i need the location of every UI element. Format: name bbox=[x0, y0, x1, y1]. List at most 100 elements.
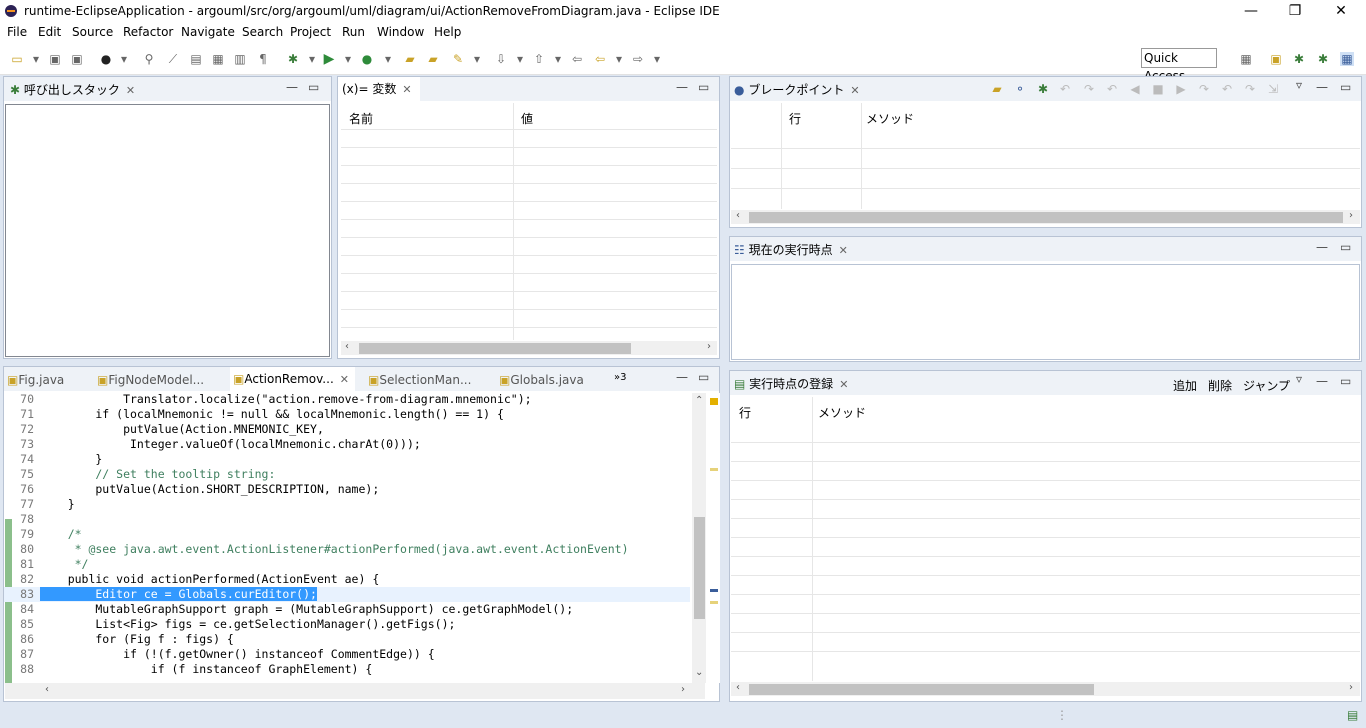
tab-fig[interactable]: ▣Fig.java bbox=[7, 373, 64, 387]
menu-edit[interactable]: Edit bbox=[38, 25, 61, 39]
dropdown-icon[interactable]: ▾ bbox=[29, 52, 43, 66]
occurrence-marker[interactable] bbox=[710, 601, 718, 604]
step-return-icon[interactable]: ↷ bbox=[1243, 82, 1257, 96]
add-button[interactable]: 追加 bbox=[1173, 377, 1197, 394]
quick-access-input[interactable]: Quick Access bbox=[1141, 48, 1217, 83]
menu-refactor[interactable]: Refactor bbox=[123, 25, 173, 39]
scrollbar-thumb[interactable] bbox=[359, 343, 631, 354]
java-perspective-icon[interactable]: ▣ bbox=[1269, 52, 1283, 66]
dropdown-icon[interactable]: ▾ bbox=[341, 52, 355, 66]
tab-selectionmanager[interactable]: ▣SelectionMan... bbox=[368, 373, 471, 387]
col-method[interactable]: メソッド bbox=[818, 404, 866, 421]
tab-breakpoints[interactable]: ● ブレークポイント ✕ bbox=[734, 81, 860, 98]
toggle-icon[interactable]: ⟋ bbox=[166, 52, 180, 66]
step-icon[interactable]: ↶ bbox=[1105, 82, 1119, 96]
horizontal-scrollbar[interactable]: ‹ › bbox=[5, 683, 705, 699]
scrollbar-thumb[interactable] bbox=[749, 684, 1094, 695]
save-icon[interactable]: ▣ bbox=[48, 52, 62, 66]
jump-button[interactable]: ジャンプ bbox=[1243, 377, 1290, 394]
progress-icon[interactable]: ▤ bbox=[1347, 708, 1358, 722]
scroll-down-icon[interactable]: ⌄ bbox=[695, 667, 703, 678]
dropdown-icon[interactable]: ▾ bbox=[551, 52, 565, 66]
horizontal-scrollbar[interactable]: ‹ › bbox=[731, 682, 1360, 696]
menu-file[interactable]: File bbox=[7, 25, 27, 39]
dropdown-icon[interactable]: ▾ bbox=[381, 52, 395, 66]
debug-icon[interactable]: ✱ bbox=[286, 52, 300, 66]
tab-current-point[interactable]: ☷ 現在の実行時点 ✕ bbox=[734, 241, 848, 258]
tab-fignodemodel[interactable]: ▣FigNodeModel... bbox=[97, 373, 204, 387]
minimize-icon[interactable]: — bbox=[286, 80, 298, 94]
step-over-icon[interactable]: ↷ bbox=[1197, 82, 1211, 96]
menu-run[interactable]: Run bbox=[342, 25, 365, 39]
block-selection-icon[interactable]: ▦ bbox=[211, 52, 225, 66]
tab-callstack[interactable]: ✱ 呼び出しスタック ✕ bbox=[10, 81, 135, 98]
scroll-left-icon[interactable]: ‹ bbox=[736, 210, 740, 221]
horizontal-scrollbar[interactable]: ‹ › bbox=[341, 341, 717, 355]
menu-source[interactable]: Source bbox=[72, 25, 113, 39]
step-icon[interactable]: ↶ bbox=[1058, 82, 1072, 96]
mark-occurrences-icon[interactable]: ▤ bbox=[189, 52, 203, 66]
run-icon[interactable]: ▶ bbox=[322, 52, 336, 66]
maximize-icon[interactable]: ▭ bbox=[1340, 80, 1351, 94]
view-menu-icon[interactable]: ▿ bbox=[1296, 372, 1302, 386]
col-value[interactable]: 値 bbox=[521, 110, 533, 127]
occurrence-marker[interactable] bbox=[710, 468, 718, 471]
open-perspective-icon[interactable]: ▦ bbox=[1239, 52, 1253, 66]
dropdown-icon[interactable]: ▾ bbox=[650, 52, 664, 66]
close-icon[interactable]: ✕ bbox=[340, 373, 349, 386]
menu-search[interactable]: Search bbox=[242, 25, 283, 39]
minimize-icon[interactable]: — bbox=[676, 80, 688, 94]
profile-icon[interactable]: ● bbox=[99, 52, 113, 66]
minimize-icon[interactable]: — bbox=[1316, 374, 1328, 388]
tab-variables[interactable]: (x)= 変数 ✕ bbox=[338, 77, 420, 101]
bug-icon[interactable]: ✱ bbox=[1036, 82, 1050, 96]
open-type-icon[interactable]: ✎ bbox=[451, 52, 465, 66]
close-button[interactable]: ✕ bbox=[1318, 0, 1364, 24]
active-perspective-icon[interactable]: ▦ bbox=[1340, 52, 1354, 66]
link-icon[interactable]: ⚬ bbox=[1013, 82, 1027, 96]
maximize-icon[interactable]: ▭ bbox=[1340, 240, 1351, 254]
code-editor[interactable]: 70 Translator.localize("action.remove-fr… bbox=[4, 392, 690, 682]
skip-breakpoints-icon[interactable]: ⚲ bbox=[142, 52, 156, 66]
new-icon[interactable]: ▭ bbox=[10, 52, 24, 66]
vertical-scrollbar[interactable]: ⌃ ⌄ bbox=[692, 393, 706, 683]
step-icon[interactable]: ↷ bbox=[1082, 82, 1096, 96]
step-into-icon[interactable]: ↶ bbox=[1220, 82, 1234, 96]
last-edit-icon[interactable]: ⇦ bbox=[570, 52, 584, 66]
scroll-right-icon[interactable]: › bbox=[1349, 210, 1353, 221]
col-name[interactable]: 名前 bbox=[349, 110, 373, 127]
menu-project[interactable]: Project bbox=[290, 25, 331, 39]
close-icon[interactable]: ✕ bbox=[839, 244, 848, 257]
maximize-button[interactable]: ❐ bbox=[1272, 0, 1318, 24]
callstack-tree[interactable] bbox=[5, 104, 330, 357]
col-line[interactable]: 行 bbox=[739, 404, 751, 421]
scroll-left-icon[interactable]: ‹ bbox=[736, 682, 740, 693]
scroll-left-icon[interactable]: ‹ bbox=[345, 341, 349, 352]
close-icon[interactable]: ✕ bbox=[850, 84, 859, 97]
back-step-icon[interactable]: ◀ bbox=[1128, 82, 1142, 96]
resume-icon[interactable]: ▶ bbox=[1174, 82, 1188, 96]
new-package-icon[interactable]: ▰ bbox=[403, 52, 417, 66]
view-menu-icon[interactable]: ▿ bbox=[1296, 78, 1302, 92]
dropdown-icon[interactable]: ▾ bbox=[513, 52, 527, 66]
occurrence-marker[interactable] bbox=[710, 589, 718, 592]
open-folder-icon[interactable]: ▰ bbox=[426, 52, 440, 66]
tab-registered-points[interactable]: ▤ 実行時点の登録 ✕ bbox=[734, 375, 848, 392]
delete-button[interactable]: 削除 bbox=[1208, 377, 1232, 394]
word-wrap-icon[interactable]: ▥ bbox=[233, 52, 247, 66]
tab-overflow[interactable]: »3 bbox=[614, 372, 626, 383]
tab-globals[interactable]: ▣Globals.java bbox=[499, 373, 584, 387]
menu-window[interactable]: Window bbox=[377, 25, 424, 39]
forward-icon[interactable]: ⇨ bbox=[631, 52, 645, 66]
dropdown-icon[interactable]: ▾ bbox=[305, 52, 319, 66]
expand-icon[interactable]: ⇲ bbox=[1266, 82, 1280, 96]
back-icon[interactable]: ⇦ bbox=[593, 52, 607, 66]
show-whitespace-icon[interactable]: ¶ bbox=[256, 52, 270, 66]
close-icon[interactable]: ✕ bbox=[839, 378, 848, 391]
scroll-left-icon[interactable]: ‹ bbox=[45, 684, 49, 695]
close-icon[interactable]: ✕ bbox=[402, 83, 411, 96]
tab-actionremove[interactable]: ▣ActionRemov... ✕ bbox=[230, 367, 355, 391]
menu-navigate[interactable]: Navigate bbox=[181, 25, 235, 39]
scrollbar-thumb[interactable] bbox=[749, 212, 1343, 223]
scroll-right-icon[interactable]: › bbox=[681, 684, 685, 695]
